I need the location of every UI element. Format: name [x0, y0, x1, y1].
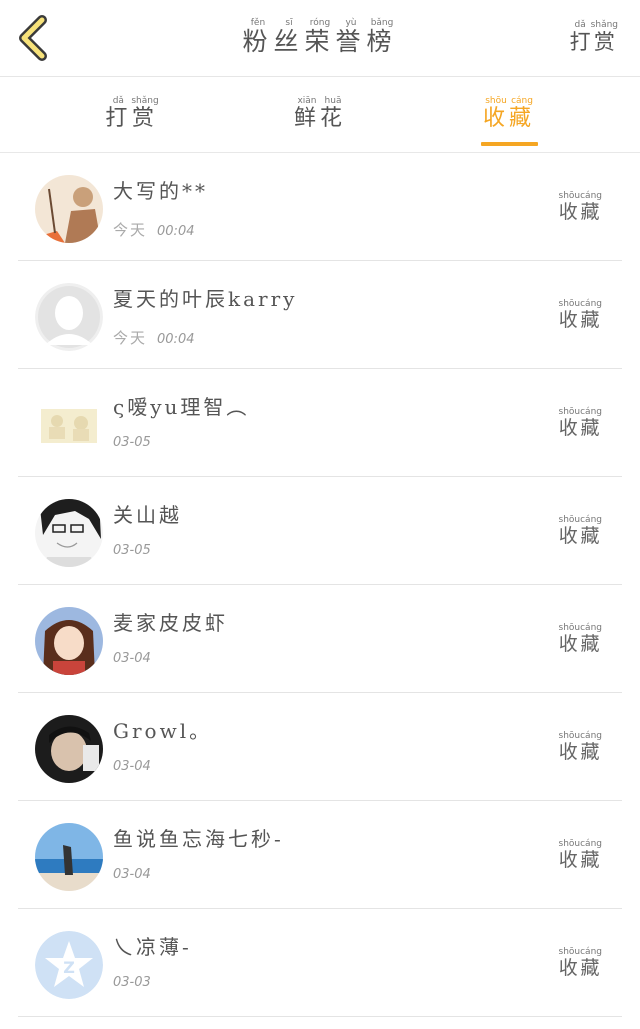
fan-name: 乀凉薄-: [113, 935, 192, 959]
fan-row[interactable]: 夏天的叶辰karry 今天 00:04 收shōu藏cáng: [18, 261, 622, 369]
time-value: 03-03: [113, 975, 151, 990]
fan-name: 鱼说鱼忘海七秒-: [113, 827, 284, 851]
ruby-char: 收shōu: [482, 96, 509, 131]
favorite-time: 03-05: [113, 435, 151, 450]
ruby-char: 藏cáng: [580, 299, 602, 331]
ruby-char: 收shōu: [558, 839, 581, 871]
reward-link[interactable]: 打dǎ赏shǎng: [570, 20, 618, 56]
fan-list: 大写的** 今天 00:04 收shōu藏cáng 夏天的叶辰karry 今天 00:04 收…: [0, 153, 640, 1017]
fan-name: Growl。: [113, 719, 213, 743]
fan-row[interactable]: 大写的** 今天 00:04 收shōu藏cáng: [18, 153, 622, 261]
favorite-label: 收shōu藏cáng: [558, 407, 603, 439]
favorite-label: 收shōu藏cáng: [558, 947, 603, 979]
ruby-char: 打dǎ: [105, 96, 132, 131]
favorite-button[interactable]: 收shōu藏cáng: [559, 947, 603, 980]
time-value: 03-04: [113, 759, 151, 774]
ruby-char: 荣róng: [304, 18, 336, 56]
ruby-char: 誉yù: [335, 18, 367, 56]
ruby-char: 收shōu: [558, 515, 581, 547]
ruby-char: 打dǎ: [569, 20, 591, 54]
ruby-char: 榜bǎng: [366, 18, 398, 56]
time-value: 00:04: [157, 332, 195, 347]
ruby-char: 赏shǎng: [131, 96, 159, 131]
avatar[interactable]: [35, 607, 103, 675]
ruby-char: 收shōu: [558, 407, 581, 439]
favorite-label: 收shōu藏cáng: [558, 731, 603, 763]
favorite-time: 今天 00:04: [113, 219, 194, 240]
ruby-char: 收shōu: [558, 623, 581, 655]
tab-reward[interactable]: 打dǎ赏shǎng: [72, 96, 192, 132]
fan-row[interactable]: 鱼说鱼忘海七秒- 03-04 收shōu藏cáng: [18, 801, 622, 909]
avatar[interactable]: [35, 391, 103, 459]
fan-name: 夏天的叶辰karry: [113, 287, 298, 311]
favorite-time: 03-03: [113, 975, 151, 990]
fan-row[interactable]: Growl。 03-04 收shōu藏cáng: [18, 693, 622, 801]
page-title: 粉fěn丝sī荣róng誉yù榜bǎng: [0, 18, 640, 58]
fan-row[interactable]: ς嗳yu理智︵ 03-05 收shōu藏cáng: [18, 369, 622, 477]
avatar[interactable]: [35, 499, 103, 567]
favorite-time: 03-05: [113, 543, 151, 558]
ruby-char: 藏cáng: [580, 191, 602, 223]
favorite-label: 收shōu藏cáng: [558, 839, 603, 871]
time-value: 03-04: [113, 651, 151, 666]
avatar[interactable]: [35, 823, 103, 891]
time-value: 03-05: [113, 435, 151, 450]
favorite-label: 收shōu藏cáng: [558, 191, 603, 223]
fan-name: 麦家皮皮虾: [113, 611, 228, 635]
avatar[interactable]: [35, 715, 103, 783]
favorite-button[interactable]: 收shōu藏cáng: [559, 515, 603, 548]
avatar[interactable]: Z: [35, 931, 103, 999]
today-label: 今天: [113, 221, 148, 239]
ruby-char: 收shōu: [558, 731, 581, 763]
time-value: 03-05: [113, 543, 151, 558]
favorite-button[interactable]: 收shōu藏cáng: [559, 407, 603, 440]
fan-name: 大写的**: [113, 179, 208, 203]
favorite-button[interactable]: 收shōu藏cáng: [559, 191, 603, 224]
favorite-label: 收shōu藏cáng: [558, 515, 603, 547]
ruby-char: 鲜xiān: [293, 96, 320, 131]
ruby-char: 藏cáng: [580, 407, 602, 439]
favorite-label: 收shōu藏cáng: [558, 623, 603, 655]
favorite-button[interactable]: 收shōu藏cáng: [559, 623, 603, 656]
tab-bar: 打dǎ赏shǎng 鲜xiān花huā 收shōu藏cáng: [0, 78, 640, 153]
fan-row[interactable]: 关山越 03-05 收shōu藏cáng: [18, 477, 622, 585]
ruby-char: 收shōu: [558, 947, 581, 979]
ruby-char: 花huā: [320, 96, 347, 131]
favorite-time: 今天 00:04: [113, 327, 194, 348]
avatar[interactable]: [35, 283, 103, 351]
ruby-char: 藏cáng: [509, 96, 536, 131]
favorite-time: 03-04: [113, 759, 151, 774]
ruby-char: 收shōu: [558, 299, 581, 331]
favorite-time: 03-04: [113, 651, 151, 666]
ruby-char: 藏cáng: [580, 731, 602, 763]
favorite-button[interactable]: 收shōu藏cáng: [559, 839, 603, 872]
tab-favorites[interactable]: 收shōu藏cáng: [449, 96, 569, 132]
fan-row[interactable]: Z 乀凉薄- 03-03 收shōu藏cáng: [18, 909, 622, 1017]
ruby-char: 藏cáng: [580, 947, 602, 979]
time-value: 03-04: [113, 867, 151, 882]
time-value: 00:04: [157, 224, 195, 239]
ruby-char: 藏cáng: [580, 839, 602, 871]
active-tab-indicator: [481, 142, 538, 146]
avatar[interactable]: [35, 175, 103, 243]
fan-name: ς嗳yu理智︵: [113, 395, 250, 419]
favorite-button[interactable]: 收shōu藏cáng: [559, 299, 603, 332]
ruby-char: 赏shǎng: [590, 20, 618, 54]
tab-flowers[interactable]: 鲜xiān花huā: [260, 96, 380, 132]
top-bar: 粉fěn丝sī荣róng誉yù榜bǎng 打dǎ赏shǎng: [0, 0, 640, 77]
fan-row[interactable]: 麦家皮皮虾 03-04 收shōu藏cáng: [18, 585, 622, 693]
svg-text:Z: Z: [63, 958, 75, 977]
favorite-time: 03-04: [113, 867, 151, 882]
fan-name: 关山越: [113, 503, 182, 527]
ruby-char: 丝sī: [273, 18, 305, 56]
favorite-button[interactable]: 收shōu藏cáng: [559, 731, 603, 764]
ruby-char: 粉fěn: [242, 18, 274, 56]
ruby-char: 藏cáng: [580, 623, 602, 655]
favorite-label: 收shōu藏cáng: [558, 299, 603, 331]
ruby-char: 收shōu: [558, 191, 581, 223]
ruby-char: 藏cáng: [580, 515, 602, 547]
today-label: 今天: [113, 329, 148, 347]
